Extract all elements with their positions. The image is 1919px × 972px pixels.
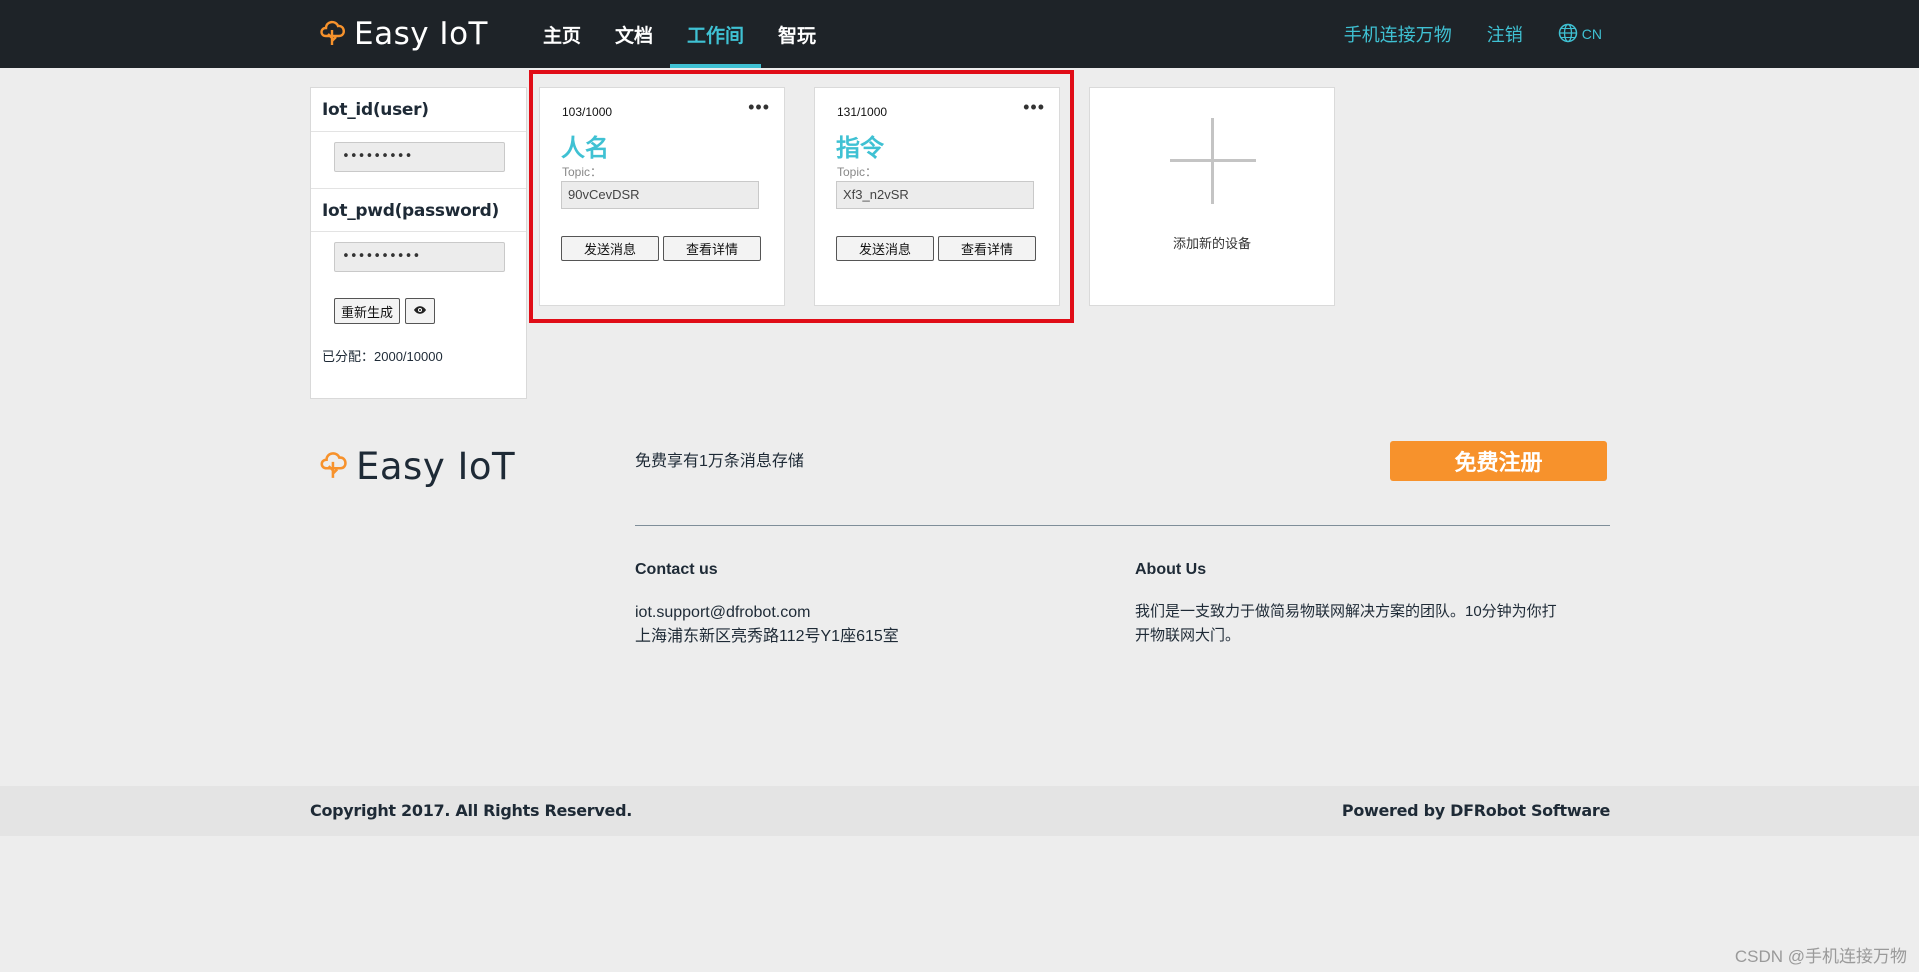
topic-label: Topic：	[562, 165, 603, 179]
nav-home[interactable]: 主页	[526, 0, 598, 68]
add-device-label: 添加新的设备	[1172, 236, 1251, 251]
brand-name: Easy IoT	[354, 16, 488, 52]
copyright-text: Copyright 2017. All Rights Reserved.	[310, 801, 632, 820]
nav-smart-play[interactable]: 智玩	[761, 0, 833, 68]
device-name: 指令	[836, 135, 884, 162]
nav-workspace[interactable]: 工作间	[670, 0, 762, 68]
brand-logo[interactable]: Easy IoT	[318, 14, 488, 54]
topic-field[interactable]: 90vCevDSR	[561, 181, 759, 209]
nav-mobile-link[interactable]: 手机连接万物	[1344, 21, 1452, 47]
nav-right: 手机连接万物 注销 CN	[1344, 0, 1602, 68]
eye-icon	[413, 304, 427, 319]
footer-brand-logo: Easy IoT	[318, 445, 515, 488]
nav-docs[interactable]: 文档	[598, 0, 670, 68]
view-details-button[interactable]: 查看详情	[663, 236, 761, 261]
iot-id-label: Iot_id(user)	[311, 88, 526, 132]
credential-panel: Iot_id(user) ••••••••• Iot_pwd(password)…	[310, 87, 527, 399]
send-message-button[interactable]: 发送消息	[836, 236, 934, 261]
language-code: CN	[1581, 26, 1602, 42]
cloud-tree-icon	[318, 447, 350, 486]
more-options-icon[interactable]: •••	[1023, 97, 1045, 118]
about-text-line1: 我们是一支致力于做简易物联网解决方案的团队。10分钟为你打	[1135, 603, 1557, 620]
view-details-button[interactable]: 查看详情	[938, 236, 1036, 261]
contact-email[interactable]: iot.support@dfrobot.com	[635, 601, 810, 625]
iot-pwd-field[interactable]: ••••••••••	[334, 242, 505, 272]
globe-icon	[1558, 23, 1578, 46]
powered-by-text: Powered by DFRobot Software	[1341, 801, 1610, 820]
device-card: 131/1000 ••• 指令 Topic： Xf3_n2vSR 发送消息 查看…	[814, 87, 1060, 306]
about-heading: About Us	[1135, 561, 1207, 578]
regenerate-button[interactable]: 重新生成	[334, 298, 401, 324]
add-device-card[interactable]: 添加新的设备	[1089, 87, 1335, 306]
device-name: 人名	[561, 135, 609, 162]
more-options-icon[interactable]: •••	[748, 97, 770, 118]
about-text-line2: 开物联网大门。	[1135, 627, 1241, 644]
contact-address: 上海浦东新区亮秀路112号Y1座615室	[635, 628, 899, 645]
topic-label: Topic：	[837, 165, 878, 179]
watermark-text: CSDN @手机连接万物	[1734, 947, 1907, 966]
nav-logout-link[interactable]: 注销	[1487, 21, 1523, 47]
footer-promo-text: 免费享有1万条消息存储	[635, 453, 804, 470]
language-switcher[interactable]: CN	[1558, 23, 1602, 46]
topic-field[interactable]: Xf3_n2vSR	[836, 181, 1034, 209]
contact-heading: Contact us	[635, 561, 718, 578]
top-navbar: Easy IoT 主页 文档 工作间 智玩 手机连接万物 注销 CN	[0, 0, 1919, 68]
send-message-button[interactable]: 发送消息	[561, 236, 659, 261]
device-card: 103/1000 ••• 人名 Topic： 90vCevDSR 发送消息 查看…	[539, 87, 785, 306]
toggle-visibility-button[interactable]	[405, 298, 436, 324]
cloud-tree-icon	[318, 16, 348, 53]
message-count: 103/1000	[562, 105, 613, 119]
main-nav: 主页 文档 工作间 智玩	[526, 0, 833, 68]
footer-brand-name: Easy IoT	[356, 445, 516, 488]
iot-pwd-label: Iot_pwd(password)	[311, 188, 526, 232]
copyright-bar: Copyright 2017. All Rights Reserved. Pow…	[0, 786, 1919, 836]
iot-id-field[interactable]: •••••••••	[334, 142, 505, 172]
footer-divider	[635, 525, 1610, 526]
message-count: 131/1000	[837, 105, 888, 119]
free-signup-button[interactable]: 免费注册	[1390, 441, 1607, 481]
allocated-count: 已分配：2000/10000	[322, 349, 443, 364]
